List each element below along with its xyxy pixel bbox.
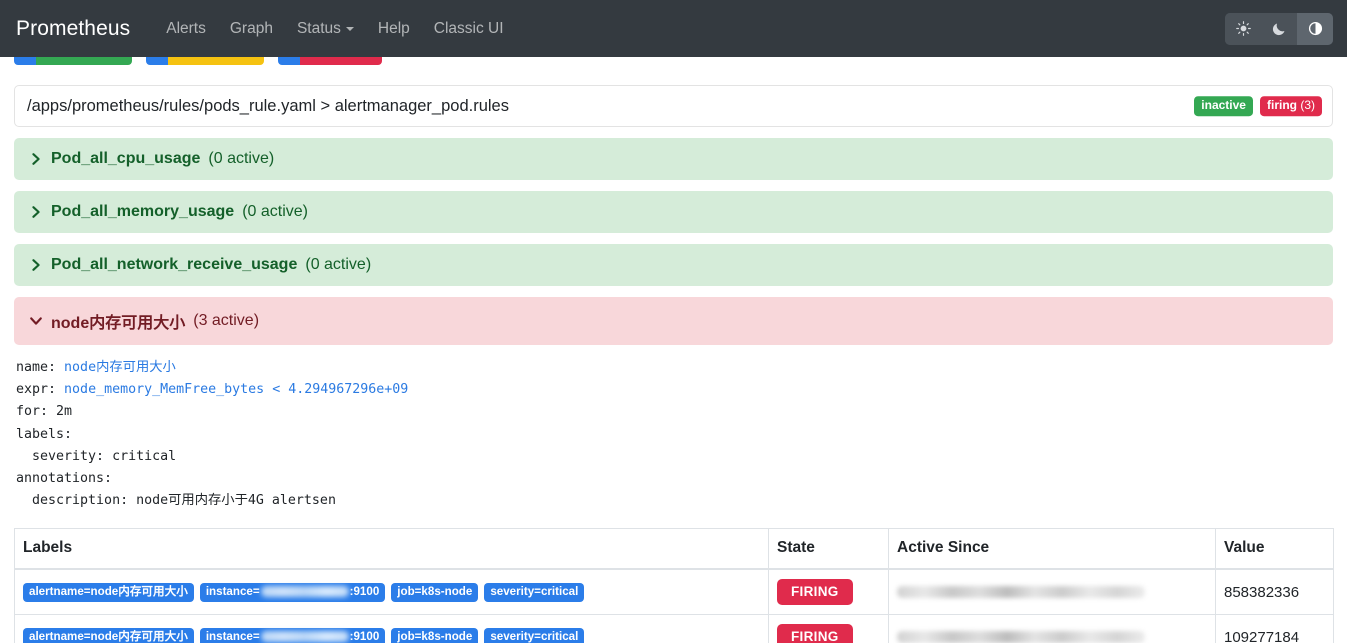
nav-links: Alerts Graph Status Help Classic UI	[154, 12, 515, 46]
rule-definition-yaml: name: node内存可用大小 expr: node_memory_MemFr…	[14, 345, 1333, 522]
alert-group-name: Pod_all_memory_usage	[51, 203, 235, 220]
active-since-cell	[888, 614, 1216, 643]
chevron-right-icon	[29, 205, 43, 219]
half-circle-icon	[1308, 21, 1323, 36]
label-badge-instance-port: :9100	[349, 584, 380, 598]
labels-cell: alertname=node内存可用大小 instance= :9100 job=…	[14, 568, 769, 616]
yaml-expr-key: expr:	[16, 382, 57, 398]
alert-group-count: (0 active)	[305, 256, 372, 273]
chevron-down-icon	[29, 314, 43, 328]
yaml-expr-operator: <	[272, 382, 281, 398]
moon-icon	[1272, 21, 1287, 36]
value-cell: 858382336	[1215, 568, 1334, 616]
labels-cell: alertname=node内存可用大小 instance= :9100 job=…	[14, 614, 769, 643]
label-badge-job[interactable]: job=k8s-node	[391, 582, 479, 603]
alert-group-name: Pod_all_network_receive_usage	[51, 256, 298, 273]
label-badge-group: alertname=node内存可用大小 instance= :9100 job=…	[23, 582, 760, 603]
yaml-expr-metric[interactable]: node_memory_MemFree_bytes	[64, 382, 264, 397]
state-cell: FIRING	[768, 614, 889, 643]
yaml-expr-threshold: 4.294967296e+09	[288, 382, 409, 398]
status-badge-firing-label: firing	[1266, 98, 1297, 113]
label-badge-severity[interactable]: severity=critical	[484, 627, 585, 643]
label-badge-instance[interactable]: instance= :9100	[199, 627, 386, 643]
theme-auto-button[interactable]	[1297, 12, 1333, 45]
table-header-value: Value	[1215, 528, 1334, 571]
table-header-row: Labels State Active Since Value	[14, 528, 1334, 571]
table-header-labels: Labels	[14, 528, 769, 571]
chevron-right-icon	[29, 258, 43, 272]
alert-group-pod-all-cpu-usage[interactable]: Pod_all_cpu_usage (0 active)	[14, 138, 1333, 180]
rule-group-badges: inactive firing (3)	[1194, 96, 1322, 116]
nav-link-help[interactable]: Help	[366, 12, 422, 46]
nav-link-graph[interactable]: Graph	[218, 12, 285, 46]
filter-firing-button[interactable]	[278, 57, 382, 65]
label-badge-instance-key: instance=	[205, 629, 260, 643]
table-header-active-since: Active Since	[888, 528, 1216, 571]
nav-link-graph-label: Graph	[229, 19, 273, 37]
label-badge-instance-port: :9100	[349, 629, 380, 643]
chevron-down-icon	[345, 26, 354, 31]
nav-link-alerts-label: Alerts	[166, 19, 206, 37]
filter-pending-button[interactable]	[146, 57, 264, 65]
alert-group-name: Pod_all_cpu_usage	[51, 150, 201, 167]
alert-group-pod-all-network-receive-usage[interactable]: Pod_all_network_receive_usage (0 active)	[14, 244, 1333, 286]
nav-link-status[interactable]: Status	[285, 12, 366, 46]
state-badge-firing: FIRING	[777, 579, 853, 606]
alert-group-count: (3 active)	[193, 312, 260, 329]
filter-button-row	[0, 57, 1347, 69]
brand-logo[interactable]: Prometheus	[16, 17, 130, 41]
label-badge-group: alertname=node内存可用大小 instance= :9100 job=…	[23, 627, 760, 643]
yaml-labels-severity: severity: critical	[16, 448, 177, 464]
nav-link-alerts[interactable]: Alerts	[154, 12, 218, 46]
status-badge-inactive: inactive	[1194, 96, 1253, 116]
nav-link-classic-ui[interactable]: Classic UI	[422, 12, 516, 46]
nav-link-help-label: Help	[377, 19, 410, 37]
state-badge-firing: FIRING	[777, 624, 853, 643]
sun-icon	[1235, 21, 1251, 36]
alert-group-node-memory-available[interactable]: node内存可用大小 (3 active)	[14, 297, 1333, 345]
yaml-labels-key: labels:	[16, 426, 73, 442]
yaml-annotations-description: description: node可用内存小于4G alertsen	[16, 493, 336, 509]
value-cell: 109277184	[1215, 614, 1334, 643]
alert-group-count: (0 active)	[242, 203, 308, 220]
alert-group-name: node内存可用大小	[51, 315, 186, 332]
chevron-right-icon	[29, 152, 43, 166]
rule-group-title: /apps/prometheus/rules/pods_rule.yaml > …	[27, 96, 509, 115]
theme-dark-button[interactable]	[1261, 12, 1297, 45]
yaml-for-line: for: 2m	[16, 404, 73, 420]
state-cell: FIRING	[768, 568, 889, 616]
label-badge-job[interactable]: job=k8s-node	[391, 627, 479, 643]
label-badge-alertname[interactable]: alertname=node内存可用大小	[23, 627, 194, 643]
alerts-table: Labels State Active Since Value alertnam…	[14, 528, 1334, 643]
label-badge-alertname[interactable]: alertname=node内存可用大小	[23, 582, 194, 603]
table-row: alertname=node内存可用大小 instance= :9100 job=…	[14, 614, 1334, 643]
yaml-name-key: name:	[16, 360, 57, 375]
label-badge-instance-key: instance=	[205, 584, 260, 598]
redacted-timestamp	[897, 586, 1145, 599]
alert-group-pod-all-memory-usage[interactable]: Pod_all_memory_usage (0 active)	[14, 191, 1333, 233]
redacted-ip	[260, 586, 349, 598]
main-content: /apps/prometheus/rules/pods_rule.yaml > …	[0, 85, 1347, 643]
status-badge-firing-count: (3)	[1300, 98, 1315, 113]
table-header-state: State	[768, 528, 889, 571]
theme-light-button[interactable]	[1225, 12, 1261, 45]
navbar: Prometheus Alerts Graph Status Help Clas…	[0, 0, 1347, 57]
yaml-annotations-key: annotations:	[16, 471, 113, 487]
table-row: alertname=node内存可用大小 instance= :9100 job=…	[14, 568, 1334, 616]
status-badge-firing: firing (3)	[1259, 96, 1322, 116]
label-badge-severity[interactable]: severity=critical	[484, 582, 585, 603]
rule-group-header: /apps/prometheus/rules/pods_rule.yaml > …	[14, 85, 1333, 127]
active-since-cell	[888, 568, 1216, 616]
label-badge-instance[interactable]: instance= :9100	[199, 582, 386, 603]
nav-link-classic-ui-label: Classic UI	[433, 19, 504, 37]
redacted-timestamp	[897, 631, 1145, 643]
theme-toggle-group	[1225, 12, 1333, 45]
yaml-name-value[interactable]: node内存可用大小	[64, 360, 176, 375]
redacted-ip	[260, 631, 349, 643]
filter-inactive-button[interactable]	[14, 57, 132, 65]
nav-link-status-label: Status	[296, 19, 341, 37]
alert-group-count: (0 active)	[208, 150, 275, 167]
